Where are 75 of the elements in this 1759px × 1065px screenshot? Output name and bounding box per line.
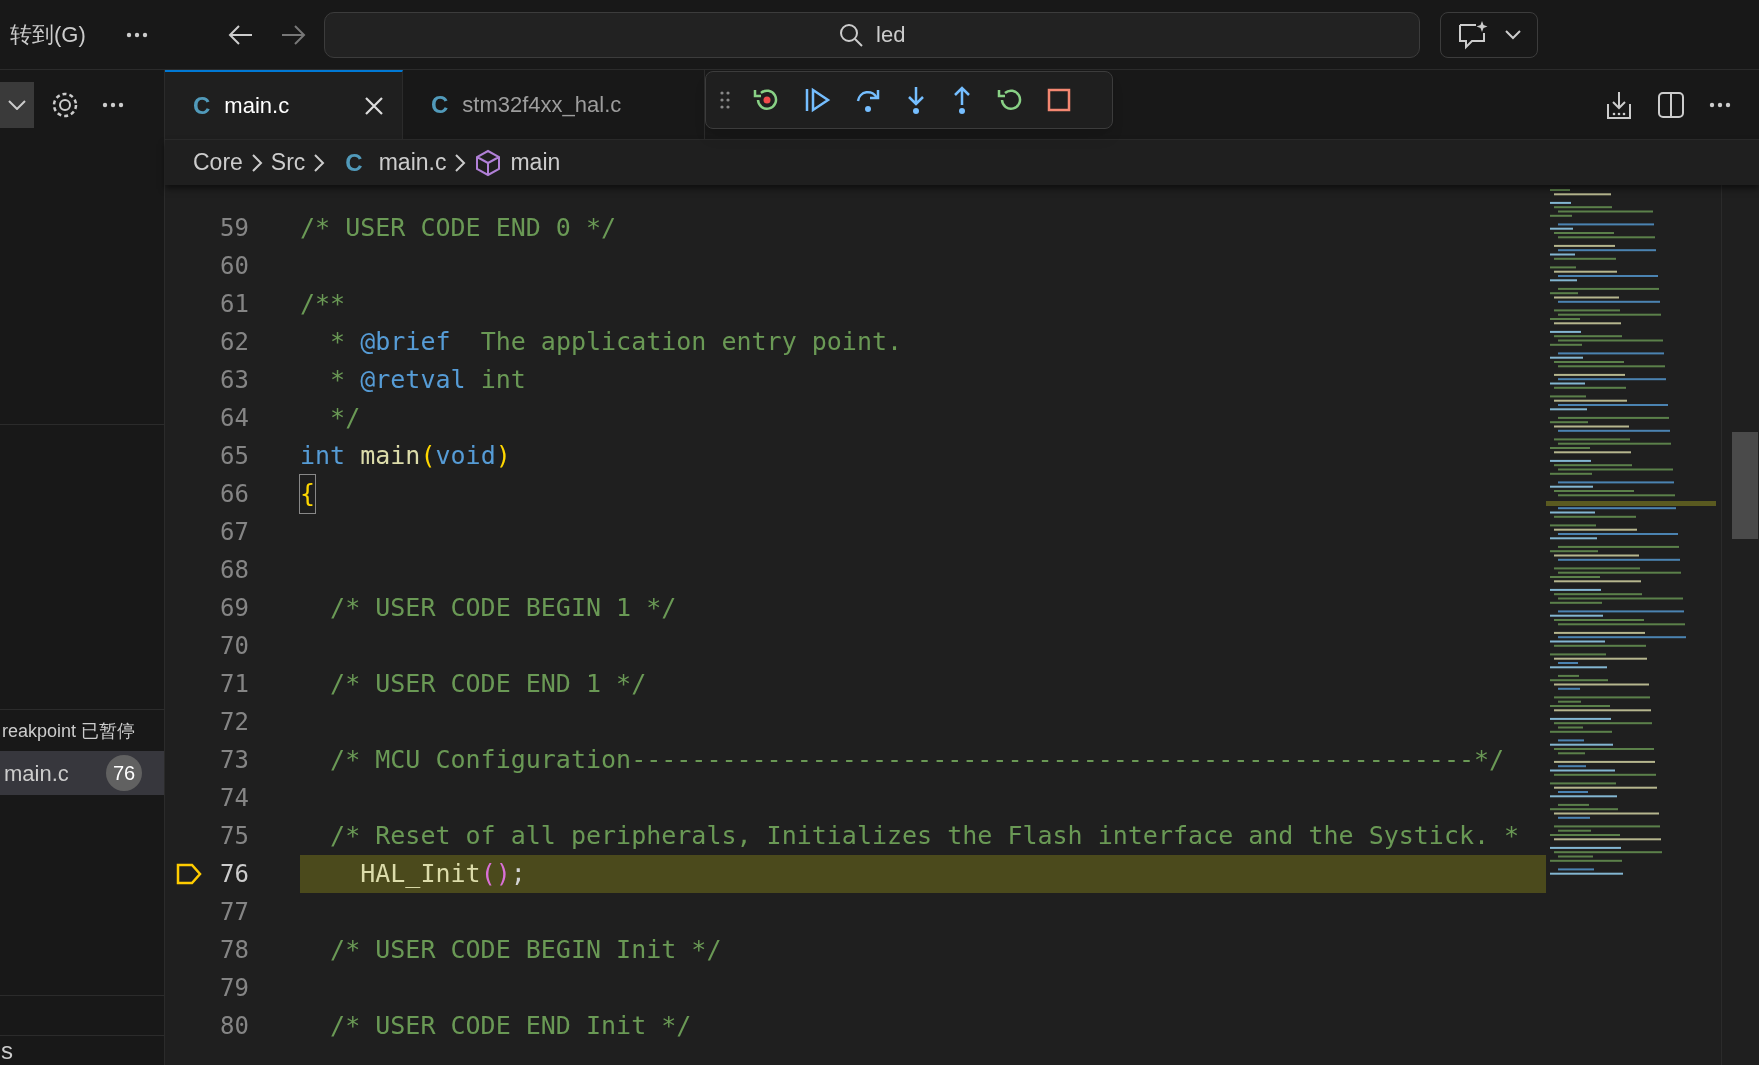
c-file-icon: C: [345, 144, 363, 181]
code-line: /**: [300, 288, 347, 321]
chevron-icon: [454, 152, 467, 173]
chevron-icon: [8, 100, 26, 110]
line-number: 68: [219, 555, 249, 586]
line-number: 63: [219, 365, 249, 396]
line-number: 74: [219, 783, 249, 814]
cube-icon: [474, 148, 503, 177]
chevron-icon: [1504, 29, 1521, 40]
code-line: * @brief The application entry point.: [329, 326, 904, 359]
code-line: /* MCU Configuration--------------------------------------------------------*/: [329, 744, 1506, 777]
split-editor-icon[interactable]: [1657, 90, 1685, 119]
line-number: 78: [219, 935, 249, 966]
code-line: /* USER CODE END 1 */: [329, 668, 648, 701]
breadcrumb-item[interactable]: Src: [270, 145, 306, 180]
c-file-icon: C: [431, 86, 449, 123]
line-number: 59: [219, 213, 249, 244]
code-line: /* USER CODE BEGIN 1 */: [329, 592, 678, 625]
more-icon[interactable]: [125, 31, 148, 38]
stop-icon[interactable]: [1046, 87, 1072, 113]
c-file-icon: C: [193, 87, 211, 124]
code-line: /* USER CODE BEGIN Init */: [329, 934, 723, 967]
line-number: 73: [219, 745, 249, 776]
back-icon[interactable]: [227, 23, 254, 46]
code-line: /* Reset of all peripherals, Initializes the Flash interface and the Systick. *: [329, 820, 1521, 853]
line-number: 67: [219, 517, 249, 548]
line-number: 69: [219, 593, 249, 624]
call-stack-frame[interactable]: main.c 76: [0, 751, 164, 795]
download-icon[interactable]: [1605, 89, 1633, 120]
chat-button[interactable]: [1439, 11, 1538, 58]
forward-icon[interactable]: [279, 23, 306, 46]
code-line: /* USER CODE END Init */: [329, 1010, 693, 1043]
line-number: 80: [219, 1011, 249, 1042]
code-line: int main(void): [300, 440, 512, 473]
menu-label[interactable]: 转到(G): [10, 18, 86, 51]
breadcrumb-item[interactable]: main: [510, 145, 561, 180]
search-icon: [838, 21, 865, 48]
dropdown-button[interactable]: [0, 82, 34, 128]
line-number: 72: [219, 707, 249, 738]
code-line: * @retval int: [329, 364, 527, 397]
tab-label: main.c: [224, 92, 291, 120]
line-number: 70: [219, 631, 249, 662]
editor-tab[interactable]: C main.c: [165, 70, 403, 139]
chevron-icon: [250, 152, 263, 173]
line-number: 66: [219, 479, 249, 510]
chevron-icon: [313, 152, 326, 173]
tab-label: stm32f4xx_hal.c: [462, 91, 623, 119]
grip-icon[interactable]: [720, 90, 730, 110]
breadcrumb-item[interactable]: Core: [193, 145, 243, 180]
line-number: 61: [219, 289, 249, 320]
code-line: /* USER CODE END 0 */: [300, 212, 618, 245]
line-number: 76: [219, 859, 249, 890]
call-stack-status: reakpoint 已暂停: [1, 720, 137, 743]
scrollbar-thumb[interactable]: [1732, 432, 1758, 539]
continue-icon[interactable]: [804, 87, 832, 113]
line-number: 79: [219, 973, 249, 1004]
code-line: {: [300, 475, 1546, 513]
more-icon[interactable]: [102, 102, 124, 108]
close-icon[interactable]: [364, 95, 384, 116]
line-number: 60: [219, 251, 249, 282]
settings-icon[interactable]: [50, 90, 80, 120]
line-number: 62: [219, 327, 249, 358]
line-number: 77: [219, 897, 249, 928]
breadcrumb-item[interactable]: main.c: [378, 145, 447, 180]
line-number: 64: [219, 403, 249, 434]
line-badge: 76: [106, 755, 142, 791]
more-icon[interactable]: [1709, 101, 1731, 108]
line-number: 71: [219, 669, 249, 700]
frame-file: main.c: [4, 759, 69, 788]
line-number: 65: [219, 441, 249, 472]
search-field[interactable]: led: [323, 11, 1420, 58]
code-line: */: [329, 402, 362, 435]
chat-sparkle-icon: [1456, 19, 1489, 50]
line-number: 75: [219, 821, 249, 852]
section-title: s: [0, 1036, 13, 1065]
